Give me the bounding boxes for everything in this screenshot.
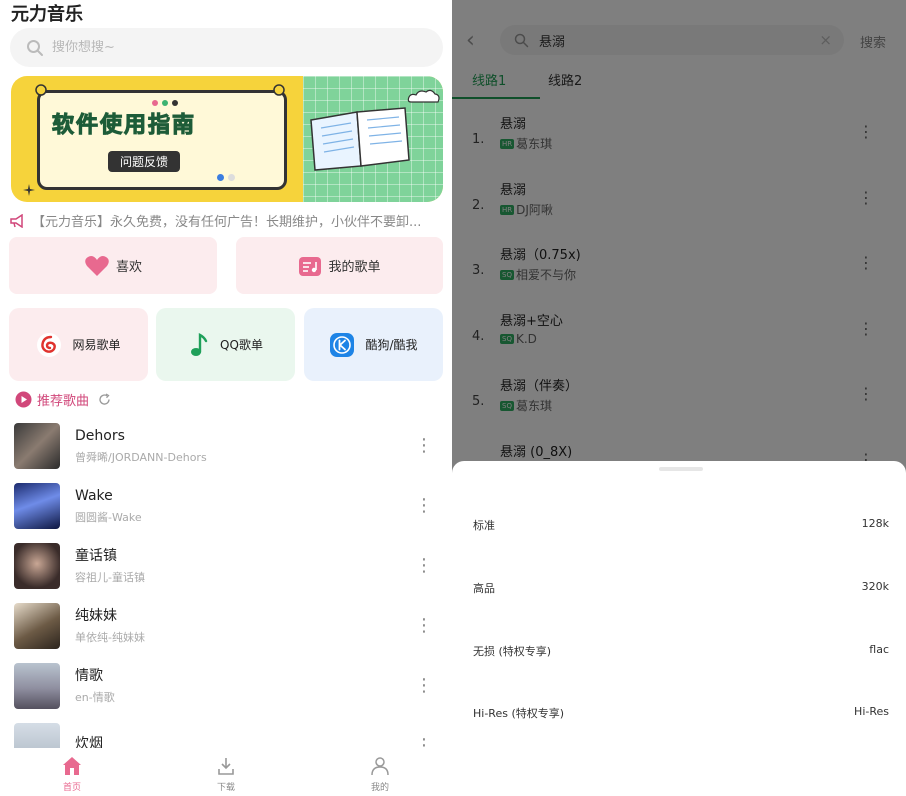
cloud-icon — [407, 89, 440, 103]
netease-playlist-button[interactable]: 网易歌单 — [9, 308, 148, 381]
song-item[interactable]: 情歌 en-情歌 ⋮ — [14, 662, 434, 710]
song-title: Wake — [75, 488, 113, 504]
more-vertical-icon[interactable]: ⋮ — [414, 557, 434, 575]
book-icon — [310, 107, 410, 171]
quality-name: 标准 — [473, 519, 495, 532]
home-screen: 元力音乐 软件使用指南 问题反馈 — [0, 0, 452, 796]
user-icon — [371, 757, 389, 776]
pin-icon — [273, 84, 285, 96]
nav-mine-label: 我的 — [370, 783, 389, 793]
favorites-button[interactable]: 喜欢 — [9, 237, 217, 294]
banner-board: 软件使用指南 问题反馈 — [35, 84, 287, 190]
quality-name: Hi-Res (特权专享) — [473, 707, 565, 720]
play-circle-icon — [15, 391, 32, 408]
song-item[interactable]: Dehors 曾舜晞/JORDANN-Dehors ⋮ — [14, 422, 434, 470]
app-title: 元力音乐 — [11, 4, 83, 25]
pin-icon — [35, 84, 47, 96]
sheet-handle[interactable] — [659, 467, 703, 471]
nav-download-label: 下载 — [216, 783, 235, 793]
recommend-header: 推荐歌曲 — [15, 390, 111, 409]
song-artist: 曾舜晞/JORDANN-Dehors — [75, 451, 207, 464]
favorites-label: 喜欢 — [115, 260, 142, 275]
quality-value: 128k — [861, 517, 889, 530]
song-title: 纯妹妹 — [75, 608, 117, 624]
banner-title: 软件使用指南 — [51, 113, 197, 139]
carousel-indicator[interactable] — [217, 166, 239, 185]
song-title: 情歌 — [75, 668, 103, 684]
bottom-nav: 首页 下载 我的 — [0, 748, 452, 796]
search-icon — [27, 39, 43, 56]
search-results-screen: ‹ 悬溺 × 搜索 线路1 线路2 1. 悬溺 HR葛东琪 ⋮ 2. 悬溺 HR… — [452, 0, 906, 796]
nav-mine[interactable]: 我的 — [350, 756, 410, 793]
recommend-label: 推荐歌曲 — [37, 394, 90, 409]
kugou-label: 酷狗/酷我 — [365, 338, 418, 352]
banner-feedback-button[interactable]: 问题反馈 — [108, 151, 181, 172]
quality-value: Hi-Res — [854, 705, 889, 718]
qq-playlist-button[interactable]: QQ歌单 — [156, 308, 295, 381]
banner-carousel[interactable]: 软件使用指南 问题反馈 — [11, 76, 443, 202]
kugou-playlist-button[interactable]: 酷狗/酷我 — [304, 308, 443, 381]
home-icon — [63, 757, 81, 775]
more-vertical-icon[interactable]: ⋮ — [414, 617, 434, 635]
nav-home-label: 首页 — [62, 783, 81, 793]
nav-download[interactable]: 下载 — [196, 756, 256, 793]
quality-option[interactable]: 无损 (特权专享) flac — [473, 643, 889, 659]
more-vertical-icon[interactable]: ⋮ — [414, 437, 434, 455]
quality-value: 320k — [861, 580, 889, 593]
netease-icon — [37, 332, 62, 357]
song-cover — [14, 663, 60, 709]
song-item[interactable]: 童话镇 容祖儿-童话镇 ⋮ — [14, 542, 434, 590]
notice-bar[interactable]: 【元力音乐】永久免费，没有任何广告！长期维护，小伙伴不要卸... — [10, 211, 442, 230]
quality-name: 无损 (特权专享) — [473, 645, 552, 658]
song-cover — [14, 483, 60, 529]
more-vertical-icon[interactable]: ⋮ — [414, 497, 434, 515]
qq-label: QQ歌单 — [220, 338, 263, 352]
song-item[interactable]: Wake 圆圆酱-Wake ⋮ — [14, 482, 434, 530]
more-vertical-icon[interactable]: ⋮ — [414, 677, 434, 695]
refresh-icon[interactable] — [98, 393, 111, 406]
netease-label: 网易歌单 — [72, 338, 121, 352]
notice-text: 【元力音乐】永久免费，没有任何广告！长期维护，小伙伴不要卸... — [32, 215, 422, 230]
heart-icon — [85, 255, 109, 276]
song-item[interactable]: 纯妹妹 单依纯-纯妹妹 ⋮ — [14, 602, 434, 650]
search-input[interactable] — [52, 40, 352, 55]
qq-music-icon — [191, 332, 208, 356]
song-cover — [14, 603, 60, 649]
nav-home[interactable]: 首页 — [42, 756, 102, 793]
megaphone-icon — [10, 213, 23, 228]
my-playlists-label: 我的歌单 — [328, 260, 381, 275]
kugou-icon — [330, 332, 355, 357]
my-playlists-button[interactable]: 我的歌单 — [236, 237, 443, 294]
quality-bottom-sheet: 标准 128k 高品 320k 无损 (特权专享) flac Hi-Res (特… — [452, 461, 906, 796]
song-artist: en-情歌 — [75, 691, 115, 704]
song-title: 童话镇 — [75, 548, 117, 564]
quality-name: 高品 — [473, 582, 495, 595]
search-bar[interactable] — [10, 28, 443, 67]
sparkle-icon — [23, 184, 35, 196]
quality-option[interactable]: 高品 320k — [473, 580, 889, 596]
quality-value: flac — [869, 643, 889, 656]
song-artist: 容祖儿-童话镇 — [75, 571, 145, 584]
song-artist: 单依纯-纯妹妹 — [75, 631, 145, 644]
download-icon — [218, 758, 234, 775]
quality-option[interactable]: Hi-Res (特权专享) Hi-Res — [473, 705, 889, 721]
song-title: Dehors — [75, 428, 125, 444]
playlist-icon — [299, 256, 322, 276]
song-cover — [14, 543, 60, 589]
song-cover — [14, 423, 60, 469]
quality-option[interactable]: 标准 128k — [473, 517, 889, 533]
song-artist: 圆圆酱-Wake — [75, 511, 142, 524]
